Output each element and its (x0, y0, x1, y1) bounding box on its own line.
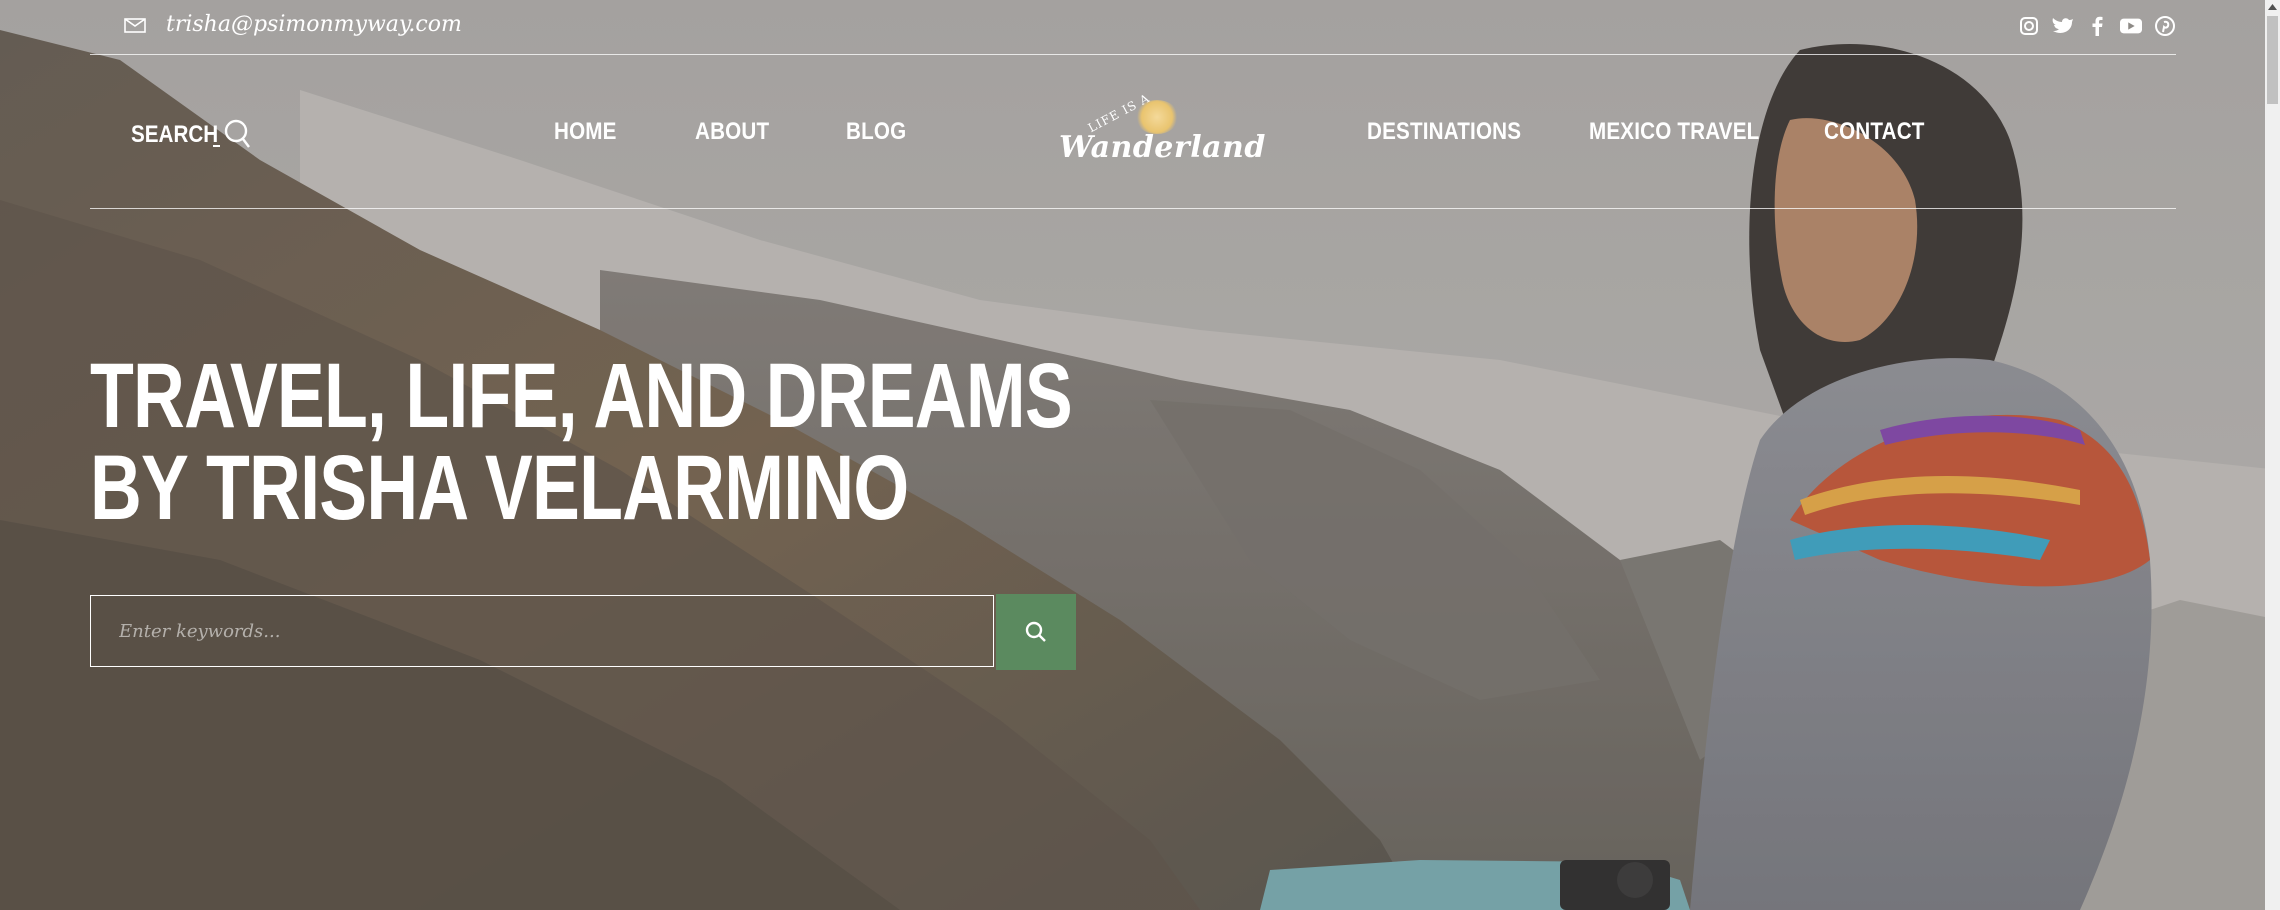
nav-mexico-travel[interactable]: MEXICO TRAVEL (1589, 118, 1759, 146)
nav-home[interactable]: HOME (554, 118, 617, 146)
logo-wordmark: Wanderland (1059, 130, 1266, 165)
hero-title-line-2: BY TRISHA VELARMINO (90, 437, 909, 539)
facebook-icon[interactable] (2086, 16, 2108, 36)
scroll-up-arrow-icon[interactable] (2265, 0, 2280, 14)
site-logo[interactable]: LIFE IS A Wanderland (1055, 91, 1265, 174)
nav-blog[interactable]: BLOG (846, 118, 906, 146)
contact-email-link[interactable]: trisha@psimonmyway.com (166, 12, 462, 37)
nav-divider (90, 208, 2176, 209)
hero-search-button[interactable] (996, 594, 1076, 670)
nav-contact[interactable]: CONTACT (1824, 118, 1925, 146)
social-links (2018, 16, 2176, 36)
twitter-icon[interactable] (2052, 16, 2074, 36)
top-divider (90, 54, 2176, 55)
pinterest-icon[interactable] (2154, 16, 2176, 36)
search-toggle[interactable]: SEARCH (131, 118, 251, 152)
hero-search-form (90, 594, 1076, 672)
mail-icon (124, 18, 146, 33)
hero-search-input[interactable] (90, 595, 994, 667)
hero-title: TRAVEL, LIFE, AND DREAMS BY TRISHA VELAR… (90, 345, 1073, 539)
nav-about[interactable]: ABOUT (695, 118, 769, 146)
search-toggle-label: SEARCH (131, 121, 219, 148)
top-bar: trisha@psimonmyway.com (90, 0, 2176, 54)
youtube-icon[interactable] (2120, 16, 2142, 36)
search-icon (1025, 621, 1046, 642)
nav-destinations[interactable]: DESTINATIONS (1367, 118, 1521, 146)
scrollbar-thumb[interactable] (2267, 16, 2278, 104)
instagram-icon[interactable] (2018, 16, 2040, 36)
hero-title-line-1: TRAVEL, LIFE, AND DREAMS (90, 345, 1073, 447)
page-scrollbar[interactable] (2265, 0, 2280, 910)
